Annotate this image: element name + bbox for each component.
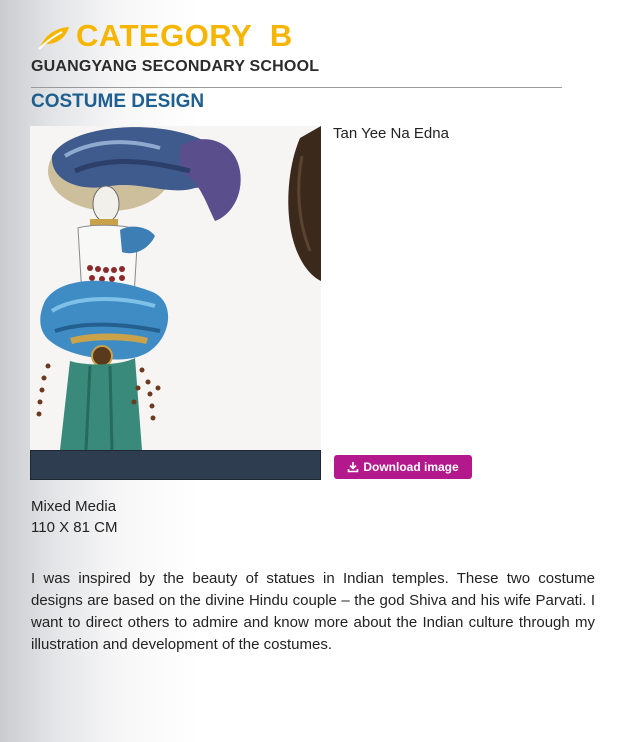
page-header: CATEGORY B bbox=[36, 18, 293, 54]
medium-text: Mixed Media bbox=[31, 498, 117, 515]
download-icon bbox=[348, 462, 359, 473]
download-label: Download image bbox=[363, 460, 459, 474]
description-text: I was inspired by the beauty of statues … bbox=[31, 570, 595, 653]
leaf-icon bbox=[38, 27, 69, 50]
image-caption-bar bbox=[30, 450, 321, 480]
category-title: CATEGORY B bbox=[76, 18, 293, 53]
school-name: GUANGYANG SECONDARY SCHOOL bbox=[31, 58, 320, 75]
artwork-details: Mixed Media 110 X 81 CM bbox=[31, 496, 117, 538]
artist-name: Tan Yee Na Edna bbox=[333, 125, 449, 142]
dimensions-text: 110 X 81 CM bbox=[31, 519, 118, 536]
section-title: COSTUME DESIGN bbox=[31, 91, 205, 112]
download-image-button[interactable]: Download image bbox=[334, 455, 472, 479]
divider bbox=[31, 87, 562, 88]
artwork-image[interactable] bbox=[30, 126, 321, 450]
